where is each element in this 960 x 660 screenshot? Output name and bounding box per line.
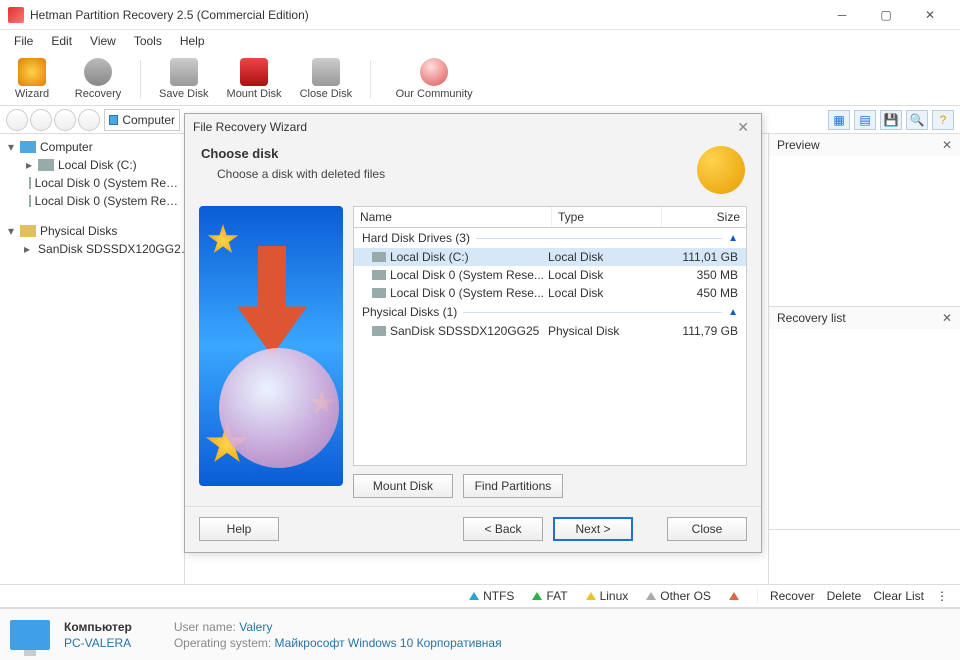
legend-linux: Linux xyxy=(586,589,629,603)
folder-icon xyxy=(20,225,36,237)
wizard-illustration xyxy=(199,206,343,486)
preview-panel: Preview ✕ xyxy=(769,134,960,307)
disk-icon xyxy=(372,326,386,336)
computer-icon xyxy=(20,141,36,153)
close-button[interactable]: Close xyxy=(667,517,747,541)
tree-pane: ▾Computer ▸Local Disk (C:) Local Disk 0 … xyxy=(0,134,185,584)
address-bar[interactable]: Computer xyxy=(104,109,180,131)
wizard-wand-icon xyxy=(697,146,745,194)
menu-edit[interactable]: Edit xyxy=(43,31,80,51)
save-disk-button[interactable]: Save Disk xyxy=(159,58,209,100)
nav-forward-button[interactable] xyxy=(30,109,52,131)
legend-undo xyxy=(729,592,739,600)
legend-bar: NTFS FAT Linux Other OS Recover Delete C… xyxy=(0,584,960,608)
find-partitions-button[interactable]: Find Partitions xyxy=(463,474,563,498)
separator xyxy=(140,60,141,98)
file-recovery-wizard: File Recovery Wizard ✕ Choose disk Choos… xyxy=(184,113,762,553)
col-name[interactable]: Name xyxy=(354,207,552,227)
tree-local-c[interactable]: ▸Local Disk (C:) xyxy=(20,156,182,174)
group-hdd[interactable]: Hard Disk Drives (3)▲ xyxy=(354,228,746,248)
search-icon-button[interactable]: 🔍 xyxy=(906,110,928,130)
tree-local-0a[interactable]: Local Disk 0 (System Re… xyxy=(20,174,182,192)
col-type[interactable]: Type xyxy=(552,207,662,227)
wizard-subtitle: Choose a disk with deleted files xyxy=(201,167,697,181)
recovery-list-panel: Recovery list ✕ xyxy=(769,307,960,530)
legend-ntfs: NTFS xyxy=(469,589,514,603)
preview-close[interactable]: ✕ xyxy=(942,138,952,152)
menu-help[interactable]: Help xyxy=(172,31,213,51)
tree-sandisk[interactable]: ▸SanDisk SDSSDX120GG2… xyxy=(20,240,182,258)
recover-button[interactable]: Recover xyxy=(766,589,819,603)
recovery-list-title: Recovery list xyxy=(777,311,846,325)
status-bar: Компьютер PC-VALERA User name: Valery Op… xyxy=(0,608,960,660)
computer-large-icon xyxy=(10,620,50,650)
wizard-close-button[interactable]: ✕ xyxy=(733,119,753,136)
computer-icon xyxy=(109,115,118,125)
status-pcname: PC-VALERA xyxy=(64,636,132,650)
window-title: Hetman Partition Recovery 2.5 (Commercia… xyxy=(30,8,820,22)
menu-view[interactable]: View xyxy=(82,31,124,51)
help-icon-button[interactable]: ? xyxy=(932,110,954,130)
status-computer-label: Компьютер xyxy=(64,620,132,634)
tree-local-0b[interactable]: Local Disk 0 (System Re… xyxy=(20,192,182,210)
nav-down-button[interactable] xyxy=(78,109,100,131)
mount-disk-button[interactable]: Mount Disk xyxy=(353,474,453,498)
titlebar: Hetman Partition Recovery 2.5 (Commercia… xyxy=(0,0,960,30)
menubar: File Edit View Tools Help xyxy=(0,30,960,52)
menu-file[interactable]: File xyxy=(6,31,41,51)
nav-up-button[interactable] xyxy=(54,109,76,131)
disk-icon xyxy=(372,270,386,280)
save-icon-button[interactable]: 💾 xyxy=(880,110,902,130)
legend-fat: FAT xyxy=(532,589,567,603)
tree-computer[interactable]: ▾Computer xyxy=(2,138,182,156)
menu-tools[interactable]: Tools xyxy=(126,31,170,51)
view-toggle-1[interactable]: ▦ xyxy=(828,110,850,130)
status-user: Valery xyxy=(239,620,272,634)
close-disk-button[interactable]: Close Disk xyxy=(300,58,353,100)
next-button[interactable]: Next > xyxy=(553,517,633,541)
separator xyxy=(370,60,371,98)
clear-list-button[interactable]: Clear List xyxy=(869,589,928,603)
disk-icon xyxy=(372,252,386,262)
mount-disk-button[interactable]: Mount Disk xyxy=(227,58,282,100)
app-icon xyxy=(8,7,24,23)
legend-other: Other OS xyxy=(646,589,711,603)
recovery-button[interactable]: Recovery xyxy=(74,58,122,100)
group-physical[interactable]: Physical Disks (1)▲ xyxy=(354,302,746,322)
view-toggle-2[interactable]: ▤ xyxy=(854,110,876,130)
disk-row[interactable]: Local Disk 0 (System Rese...Local Disk35… xyxy=(354,266,746,284)
back-button[interactable]: < Back xyxy=(463,517,543,541)
tree-physical[interactable]: ▾Physical Disks xyxy=(2,222,182,240)
more-icon[interactable]: ⋮ xyxy=(932,589,952,603)
disk-icon xyxy=(29,177,31,189)
col-size[interactable]: Size xyxy=(662,207,746,227)
help-button[interactable]: Help xyxy=(199,517,279,541)
maximize-button[interactable]: ▢ xyxy=(864,1,908,29)
delete-button[interactable]: Delete xyxy=(823,589,866,603)
disk-icon xyxy=(38,159,54,171)
community-button[interactable]: Our Community xyxy=(389,58,479,100)
toolbar: Wizard Recovery Save Disk Mount Disk Clo… xyxy=(0,52,960,106)
recovery-list-close[interactable]: ✕ xyxy=(942,311,952,325)
disk-icon xyxy=(372,288,386,298)
nav-back-button[interactable] xyxy=(6,109,28,131)
close-button[interactable]: ✕ xyxy=(908,1,952,29)
preview-title: Preview xyxy=(777,138,820,152)
disk-list: Name Type Size Hard Disk Drives (3)▲ Loc… xyxy=(353,206,747,506)
disk-icon xyxy=(29,195,31,207)
wizard-heading: Choose disk xyxy=(201,146,697,161)
address-text: Computer xyxy=(122,113,175,127)
list-header: Name Type Size xyxy=(353,206,747,228)
disk-row[interactable]: Local Disk (C:)Local Disk111,01 GB xyxy=(354,248,746,266)
disk-row[interactable]: SanDisk SDSSDX120GG25Physical Disk111,79… xyxy=(354,322,746,340)
wizard-button[interactable]: Wizard xyxy=(8,58,56,100)
disk-row[interactable]: Local Disk 0 (System Rese...Local Disk45… xyxy=(354,284,746,302)
status-os: Майкрософт Windows 10 Корпоративная xyxy=(275,636,502,650)
right-panels: Preview ✕ Recovery list ✕ xyxy=(768,134,960,584)
minimize-button[interactable]: ─ xyxy=(820,1,864,29)
wizard-title: File Recovery Wizard xyxy=(193,120,307,134)
